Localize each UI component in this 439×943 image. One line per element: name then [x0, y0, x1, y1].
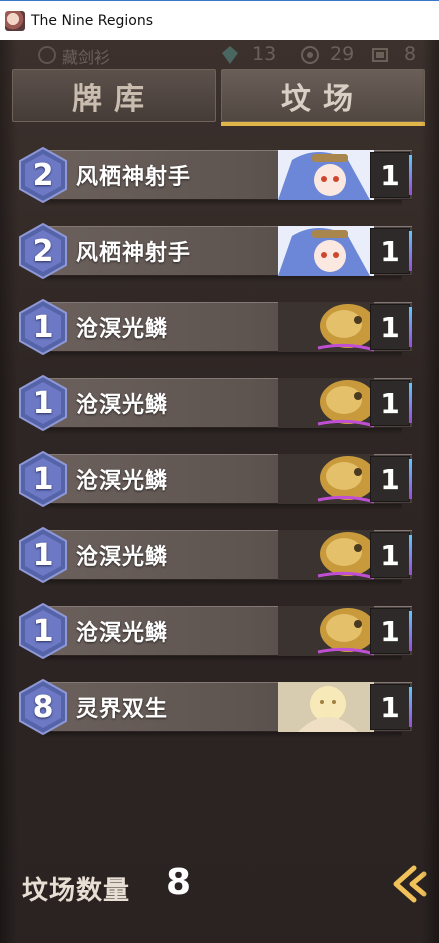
card-cost: 2	[32, 157, 54, 193]
card-name: 沧溟光鳞	[76, 393, 169, 418]
card-shadow	[42, 200, 402, 206]
resource-b-value: 29	[330, 43, 355, 65]
app-icon	[5, 10, 25, 31]
card-count: 1	[370, 456, 412, 502]
card-count-edge	[409, 231, 412, 271]
card-row[interactable]: 2 风栖神射手 1	[18, 220, 412, 282]
resource-bar: 藏剑衫 13 29 8	[0, 40, 439, 70]
card-count-value: 1	[380, 538, 400, 572]
card-shadow	[42, 428, 402, 434]
card-shadow	[42, 732, 402, 738]
tab-deck[interactable]: 牌库	[12, 69, 216, 122]
active-tab-indicator	[221, 122, 425, 126]
card-art-golden-fish	[278, 302, 374, 352]
card-shadow	[42, 504, 402, 510]
card-stack-icon	[372, 48, 388, 62]
card-count-value: 1	[380, 234, 400, 268]
tab-graveyard[interactable]: 坟场	[221, 69, 425, 122]
card-count-edge	[409, 459, 412, 499]
card-count: 1	[370, 532, 412, 578]
card-cost: 1	[32, 613, 54, 649]
card-row[interactable]: 8 灵界双生 1	[18, 676, 412, 738]
player-emblem-icon	[38, 46, 56, 64]
card-count-value: 1	[380, 386, 400, 420]
graveyard-count-label: 坟场数量	[22, 876, 131, 906]
card-count: 1	[370, 304, 412, 350]
card-art-golden-fish	[278, 454, 374, 504]
card-count-edge	[409, 611, 412, 651]
resource-c-value: 8	[404, 43, 417, 65]
card-count-value: 1	[380, 614, 400, 648]
card-row[interactable]: 1 沧溟光鳞 1	[18, 524, 412, 586]
card-name: 沧溟光鳞	[76, 545, 169, 570]
card-count: 1	[370, 228, 412, 274]
card-count-value: 1	[380, 158, 400, 192]
card-cost: 1	[32, 309, 54, 345]
card-count: 1	[370, 684, 412, 730]
card-art-golden-fish	[278, 378, 374, 428]
card-cost: 2	[32, 233, 54, 269]
card-count-edge	[409, 383, 412, 423]
card-shadow	[42, 276, 402, 282]
card-count-value: 1	[380, 462, 400, 496]
card-shadow	[42, 352, 402, 358]
card-row[interactable]: 1 沧溟光鳞 1	[18, 600, 412, 662]
card-count-edge	[409, 687, 412, 727]
card-art-golden-fish	[278, 606, 374, 656]
card-name: 灵界双生	[76, 697, 169, 722]
window-title: The Nine Regions	[31, 12, 154, 29]
card-row[interactable]: 1 沧溟光鳞 1	[18, 372, 412, 434]
graveyard-count-value: 8	[166, 862, 192, 903]
card-count: 1	[370, 608, 412, 654]
card-name: 沧溟光鳞	[76, 469, 169, 494]
card-art-glowing-twins	[278, 682, 374, 732]
card-name: 沧溟光鳞	[76, 621, 169, 646]
card-count-value: 1	[380, 310, 400, 344]
card-cost: 1	[32, 385, 54, 421]
card-count-edge	[409, 155, 412, 195]
player-name: 藏剑衫	[62, 48, 111, 67]
card-name: 风栖神射手	[76, 165, 192, 190]
card-row[interactable]: 1 沧溟光鳞 1	[18, 448, 412, 510]
crystal-icon	[222, 46, 238, 64]
card-art-blue-haired-girl	[278, 150, 374, 200]
card-count-edge	[409, 535, 412, 575]
card-art-golden-fish	[278, 530, 374, 580]
card-row[interactable]: 2 风栖神射手 1	[18, 144, 412, 206]
card-cost: 1	[32, 461, 54, 497]
card-cost: 1	[32, 537, 54, 573]
card-count-edge	[409, 307, 412, 347]
card-cost: 8	[32, 689, 54, 725]
card-shadow	[42, 580, 402, 586]
card-count: 1	[370, 152, 412, 198]
card-art-blue-haired-girl	[278, 226, 374, 276]
swirl-icon	[301, 46, 319, 64]
card-name: 沧溟光鳞	[76, 317, 169, 342]
card-shadow	[42, 656, 402, 662]
card-count: 1	[370, 380, 412, 426]
back-arrow-icon[interactable]	[388, 862, 432, 906]
card-row[interactable]: 1 沧溟光鳞 1	[18, 296, 412, 358]
game-panel: 藏剑衫 13 29 8 牌库 坟场 2 风栖神射手 1 2 风栖神射手 1 1 沧溟光鳞 1 1 沧…	[0, 40, 439, 943]
window-titlebar: The Nine Regions	[0, 0, 439, 40]
card-count-value: 1	[380, 690, 400, 724]
resource-a-value: 13	[252, 43, 277, 65]
card-name: 风栖神射手	[76, 241, 192, 266]
